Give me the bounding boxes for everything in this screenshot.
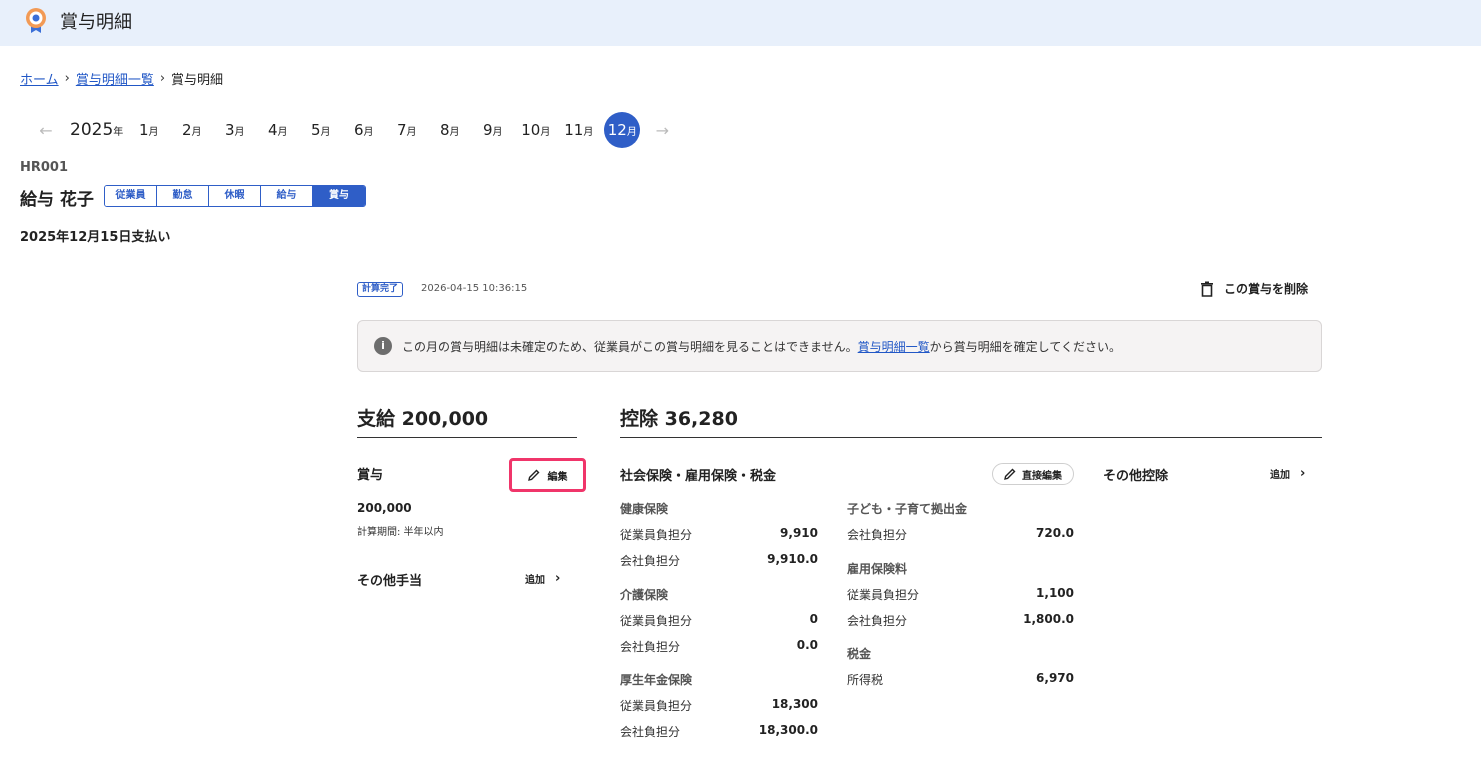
tab-employee[interactable]: 従業員 — [105, 186, 157, 206]
breadcrumb-bonus-list-link[interactable]: 賞与明細一覧 — [76, 69, 154, 88]
health-insurance-title: 健康保険 — [620, 502, 669, 516]
delete-bonus-button[interactable]: この賞与を削除 — [1200, 280, 1308, 297]
chevron-right-icon: › — [1300, 466, 1306, 481]
chevron-right-icon: › — [555, 571, 561, 586]
pension-company-value: 18,300.0 — [758, 723, 818, 737]
employment-insurance-title: 雇用保険料 — [847, 562, 908, 576]
edit-bonus-label: 編集 — [547, 471, 568, 483]
chevron-right-icon: › — [159, 71, 166, 86]
employment-company-value: 1,800.0 — [1023, 612, 1074, 626]
month-10[interactable]: 10月 — [514, 121, 557, 139]
month-7[interactable]: 7月 — [385, 121, 428, 139]
breadcrumb-home-link[interactable]: ホーム — [20, 69, 59, 88]
month-3[interactable]: 3月 — [213, 121, 256, 139]
health-employee-value: 9,910 — [780, 526, 818, 540]
care-company-label: 会社負担分 — [620, 640, 681, 654]
other-allowance-label: その他手当 — [357, 574, 423, 589]
pension-company-label: 会社負担分 — [620, 725, 681, 739]
info-icon: i — [374, 337, 392, 355]
trash-icon — [1201, 281, 1213, 297]
chevron-right-icon: › — [64, 71, 70, 86]
care-insurance-title: 介護保険 — [620, 588, 669, 602]
employee-code: HR001 — [20, 160, 69, 175]
pencil-icon — [527, 469, 539, 481]
month-navigation: ← 2025年 1月 2月 3月 4月 5月 6月 7月 8月 9月 10月 1… — [36, 112, 672, 148]
month-5[interactable]: 5月 — [299, 121, 342, 139]
month-9[interactable]: 9月 — [471, 121, 514, 139]
notice-text: この月の賞与明細は未確定のため、従業員がこの賞与明細を見ることはできません。賞与… — [402, 339, 1121, 354]
employment-employee-label: 従業員負担分 — [847, 588, 920, 602]
other-deduction-label: その他控除 — [1103, 469, 1169, 484]
add-deduction-label: 追加 — [1270, 470, 1290, 481]
delete-bonus-label: この賞与を削除 — [1224, 282, 1309, 296]
status-badge: 計算完了 — [357, 282, 404, 297]
status-timestamp: 2026-04-15 10:36:15 — [421, 283, 528, 294]
income-tax-value: 6,970 — [1036, 671, 1074, 685]
pencil-icon — [1004, 468, 1016, 480]
care-employee-value: 0 — [809, 612, 818, 626]
month-6[interactable]: 6月 — [342, 121, 385, 139]
pension-title: 厚生年金保険 — [620, 673, 693, 687]
pay-date: 2025年12月15日支払い — [20, 230, 171, 245]
pension-employee-value: 18,300 — [771, 697, 818, 711]
care-employee-label: 従業員負担分 — [620, 614, 693, 628]
child-company-value: 720.0 — [1036, 526, 1074, 540]
pension-employee-label: 従業員負担分 — [620, 699, 693, 713]
tab-bonus[interactable]: 賞与 — [313, 186, 365, 206]
edit-bonus-button[interactable]: 編集 — [509, 458, 586, 492]
breadcrumb: ホーム › 賞与明細一覧 › 賞与明細 — [20, 69, 223, 88]
month-2[interactable]: 2月 — [170, 121, 213, 139]
health-company-value: 9,910.0 — [767, 552, 818, 566]
month-8[interactable]: 8月 — [428, 121, 471, 139]
month-1[interactable]: 1月 — [127, 121, 170, 139]
tab-attendance[interactable]: 勤怠 — [157, 186, 209, 206]
health-company-label: 会社負担分 — [620, 554, 681, 568]
medal-icon — [26, 8, 46, 33]
month-4[interactable]: 4月 — [256, 121, 299, 139]
income-tax-label: 所得税 — [847, 673, 884, 687]
add-deduction-button[interactable]: 追加 › — [1270, 466, 1305, 481]
employee-tabs: 従業員 勤怠 休暇 給与 賞与 — [104, 185, 366, 207]
year-selector[interactable]: 2025年 — [70, 120, 123, 140]
tab-leave[interactable]: 休暇 — [209, 186, 261, 206]
add-allowance-label: 追加 — [525, 575, 545, 586]
deduction-heading: 控除 36,280 — [620, 404, 1322, 438]
tab-salary[interactable]: 給与 — [261, 186, 313, 206]
social-insurance-label: 社会保険・雇用保険・税金 — [620, 469, 777, 484]
app-title: 賞与明細 — [60, 12, 132, 33]
child-company-label: 会社負担分 — [847, 528, 908, 542]
month-11[interactable]: 11月 — [557, 121, 600, 139]
tax-title: 税金 — [847, 647, 872, 661]
employment-employee-value: 1,100 — [1036, 586, 1074, 600]
employee-name: 給与 花子 — [20, 190, 94, 210]
health-employee-label: 従業員負担分 — [620, 528, 693, 542]
add-allowance-button[interactable]: 追加 › — [525, 571, 560, 586]
arrow-left-icon[interactable]: ← — [36, 121, 56, 140]
employment-company-label: 会社負担分 — [847, 614, 908, 628]
payment-heading: 支給 200,000 — [357, 404, 577, 438]
unconfirmed-notice: i この月の賞与明細は未確定のため、従業員がこの賞与明細を見ることはできません。… — [357, 320, 1322, 372]
bonus-label: 賞与 — [357, 468, 384, 483]
arrow-right-icon[interactable]: → — [652, 121, 672, 140]
child-contribution-title: 子ども・子育て拠出金 — [847, 502, 968, 516]
direct-edit-button[interactable]: 直接編集 — [992, 463, 1074, 485]
breadcrumb-current: 賞与明細 — [171, 73, 224, 88]
bonus-amount: 200,000 — [357, 501, 412, 515]
care-company-value: 0.0 — [796, 638, 818, 652]
month-12-selected[interactable]: 12月 — [604, 112, 641, 148]
top-bar: 賞与明細 — [0, 0, 1481, 46]
direct-edit-label: 直接編集 — [1022, 470, 1062, 482]
notice-bonus-list-link[interactable]: 賞与明細一覧 — [858, 340, 930, 354]
calc-period-note: 計算期間: 半年以内 — [357, 527, 444, 538]
